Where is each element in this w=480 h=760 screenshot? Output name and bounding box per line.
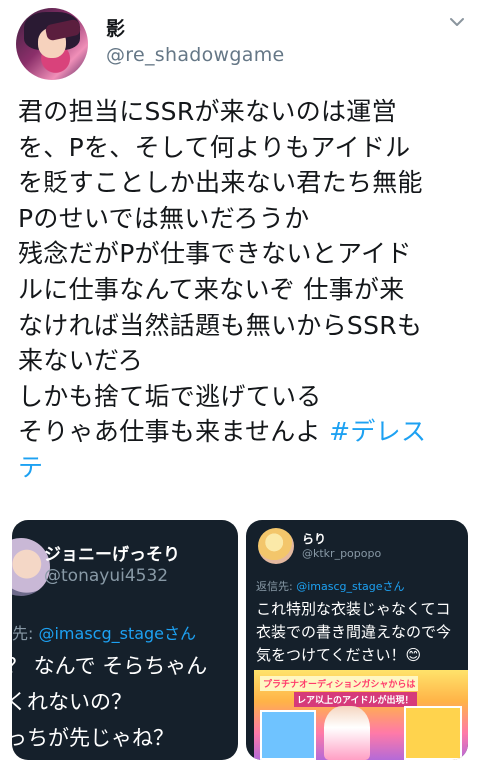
avatar[interactable] (16, 8, 88, 80)
embed-author-handle[interactable]: @tonayui4532 (44, 566, 168, 586)
tweet-line-text: そりゃあ仕事も来ませんよ (18, 417, 330, 447)
tweet-line: を貶すことしか出来ない君たち無能 (18, 168, 423, 198)
reply-mention-link[interactable]: @imascg_stageさん (296, 580, 404, 593)
tweet-line: 君の担当にSSRが来ないのは運営 (18, 97, 397, 126)
tweet-line: 来ないだろ (18, 346, 144, 376)
author-display-name[interactable]: 影 (106, 14, 125, 41)
embed-body-line: これ特別な衣装じゃなくてコ (256, 600, 451, 618)
hashtag-link[interactable]: #デレス (329, 417, 426, 446)
banner-card-left (260, 710, 316, 760)
banner-caption: レア以上のアイドルが出現！ (294, 692, 417, 707)
tweet-line: しかも捨て垢で逃げている (18, 381, 322, 411)
embed-body-line: くれないの？ (12, 690, 132, 714)
author-handle[interactable]: @re_shadowgame (106, 44, 285, 66)
embed-media-image[interactable]: プラチナオーディションガシャからは レア以上のアイドルが出現！ (254, 670, 468, 760)
tweet-line: ルに仕事なんて来ないぞ 仕事が来 (18, 274, 405, 304)
embed-body-line: っちが先じゃね？ (12, 726, 174, 750)
tweet-line: 残念だがPが仕事できないとアイド (18, 239, 412, 269)
banner-card-right (404, 706, 462, 760)
tweet-line: そりゃあ仕事も来ませんよ #デレス (18, 414, 468, 450)
reply-mention-link[interactable]: @imascg_stageさん (38, 624, 196, 643)
banner-character (324, 706, 370, 760)
embed-author-handle[interactable]: @ktkr_popopo (302, 547, 381, 560)
embed-body-line: ？ なんで そらちゃん (12, 654, 208, 678)
embedded-tweet-right[interactable]: らり @ktkr_popopo 返信先: @imascg_stageさん これ特… (246, 520, 468, 760)
hashtag-link-continued[interactable]: テ (18, 453, 43, 482)
tweet-line: Pのせいでは無いだろうか (18, 203, 310, 233)
tweet-header: 影 @re_shadowgame (0, 0, 480, 90)
embed-body-line: 衣装での書き間違えなので今 (256, 623, 452, 641)
tweet-line: テ (18, 450, 468, 486)
reply-prefix: 返信先: (256, 580, 297, 593)
tweet-text: 君の担当にSSRが来ないのは運営 を、Pを、そして何よりもアイドル を貶すことし… (18, 94, 468, 486)
embed-reply-to: 返信先: @imascg_stageさん (256, 578, 405, 594)
embed-body-line: 気をつけてください！😊 (256, 646, 422, 664)
embedded-tweet-left[interactable]: ジョニーげっそり @tonayui4532 先: @imascg_stageさん… (12, 520, 238, 760)
chevron-down-icon[interactable] (448, 13, 466, 31)
tweet-line: なければ当然話題も無いからSSRも (18, 310, 423, 340)
embed-reply-to: 先: @imascg_stageさん (12, 620, 196, 644)
reply-prefix: 先: (12, 624, 39, 643)
embed-author-name[interactable]: らり (302, 530, 326, 547)
tweet-line: を、Pを、そして何よりもアイドル (18, 132, 411, 162)
banner-caption: プラチナオーディションガシャからは (260, 676, 419, 691)
embed-avatar-right[interactable] (258, 528, 294, 564)
embed-author-name[interactable]: ジョニーげっそり (44, 540, 180, 565)
